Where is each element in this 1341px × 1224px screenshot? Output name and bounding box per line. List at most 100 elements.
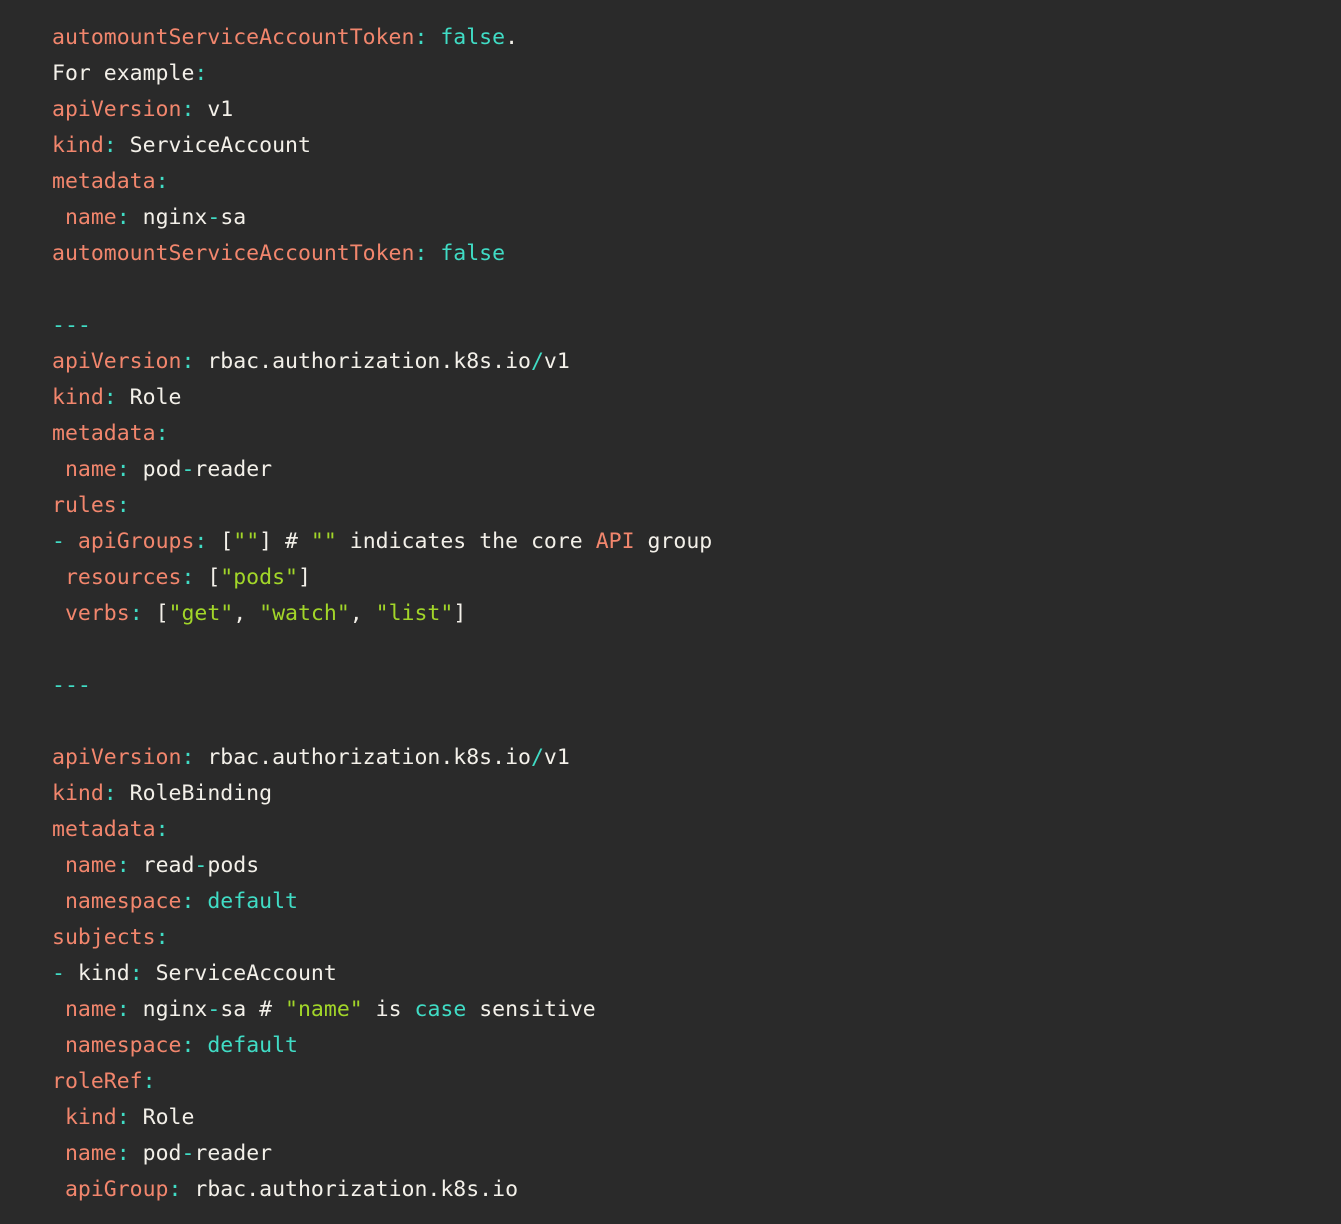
code-token-key: namespace <box>65 889 182 914</box>
code-token-op: - <box>181 457 194 482</box>
code-token-txt: indicates the core <box>337 529 596 554</box>
code-token-str: "list" <box>376 601 454 626</box>
code-token-txt <box>52 601 65 626</box>
code-token-op: : <box>169 1177 182 1202</box>
code-token-key: verbs <box>65 601 130 626</box>
code-line: name: nginx-sa # "name" is case sensitiv… <box>52 992 1331 1028</box>
code-token-txt: rbac.authorization.k8s.io <box>181 1177 518 1202</box>
code-token-txt <box>427 25 440 50</box>
code-token-op: - <box>207 997 220 1022</box>
code-token-txt: is <box>363 997 415 1022</box>
code-line: resources: ["pods"] <box>52 560 1331 596</box>
code-token-key: kind <box>52 385 104 410</box>
code-token-op: : <box>156 925 169 950</box>
code-token-txt <box>52 565 65 590</box>
code-token-txt: , <box>350 601 376 626</box>
code-token-kw: --- <box>52 313 91 338</box>
code-token-txt: sensitive <box>466 997 595 1022</box>
code-token-txt: v1 <box>544 745 570 770</box>
code-token-op: : <box>181 889 194 914</box>
code-token-op: / <box>531 349 544 374</box>
code-token-key: subjects <box>52 925 156 950</box>
code-token-op: : <box>117 205 130 230</box>
code-line: - apiGroups: [""] # "" indicates the cor… <box>52 524 1331 560</box>
code-token-key: apiGroups <box>78 529 195 554</box>
code-token-key: apiVersion <box>52 745 181 770</box>
code-token-txt: sa # <box>220 997 285 1022</box>
code-token-txt: v1 <box>194 97 233 122</box>
code-token-txt: For example <box>52 61 194 86</box>
code-token-txt: . <box>505 25 518 50</box>
code-token-op: : <box>117 853 130 878</box>
code-token-txt: nginx <box>130 205 208 230</box>
code-token-kw: false <box>440 241 505 266</box>
code-line: metadata: <box>52 416 1331 452</box>
code-token-key: rules <box>52 493 117 518</box>
code-token-txt: [ <box>194 565 220 590</box>
code-token-txt: [ <box>207 529 233 554</box>
code-token-txt <box>194 889 207 914</box>
code-token-txt <box>65 529 78 554</box>
code-token-txt: v1 <box>544 349 570 374</box>
code-token-txt <box>52 1033 65 1058</box>
code-token-kw: case <box>415 997 467 1022</box>
code-token-txt: group <box>635 529 713 554</box>
code-token-key: namespace <box>65 1033 182 1058</box>
code-token-key: name <box>65 853 117 878</box>
code-token-key: automountServiceAccountToken <box>52 241 414 266</box>
code-line: name: pod-reader <box>52 1136 1331 1172</box>
code-line: apiVersion: rbac.authorization.k8s.io/v1 <box>52 740 1331 776</box>
code-line: kind: Role <box>52 1100 1331 1136</box>
code-token-key: API <box>596 529 635 554</box>
code-line <box>52 272 1331 308</box>
code-line: roleRef: <box>52 1064 1331 1100</box>
code-token-op: : <box>117 1141 130 1166</box>
code-token-op: - <box>181 1141 194 1166</box>
code-line: apiVersion: v1 <box>52 92 1331 128</box>
code-line: - kind: ServiceAccount <box>52 956 1331 992</box>
code-token-op: : <box>117 493 130 518</box>
code-token-txt <box>52 457 65 482</box>
code-token-op: : <box>130 961 143 986</box>
code-token-op: : <box>104 133 117 158</box>
code-token-key: kind <box>52 781 104 806</box>
code-token-op: : <box>104 385 117 410</box>
code-line: rules: <box>52 488 1331 524</box>
code-token-op: : <box>156 421 169 446</box>
code-line: automountServiceAccountToken: false. <box>52 20 1331 56</box>
code-token-txt: rbac.authorization.k8s.io <box>194 349 531 374</box>
code-line: automountServiceAccountToken: false <box>52 236 1331 272</box>
code-token-key: metadata <box>52 421 156 446</box>
code-token-txt <box>194 1033 207 1058</box>
code-line: verbs: ["get", "watch", "list"] <box>52 596 1331 632</box>
code-token-op: : <box>156 169 169 194</box>
code-line: kind: Role <box>52 380 1331 416</box>
code-token-op: : <box>181 745 194 770</box>
code-token-txt <box>52 1141 65 1166</box>
code-token-txt: rbac.authorization.k8s.io <box>194 745 531 770</box>
code-token-str: "name" <box>285 997 363 1022</box>
code-token-txt: ServiceAccount <box>117 133 311 158</box>
code-token-op: : <box>143 1069 156 1094</box>
code-token-txt: , <box>233 601 259 626</box>
code-token-op: : <box>194 61 207 86</box>
code-token-kw: false <box>440 25 505 50</box>
code-token-str: "get" <box>169 601 234 626</box>
code-token-op: - <box>194 853 207 878</box>
code-token-kw: default <box>207 1033 298 1058</box>
code-token-key: name <box>65 1141 117 1166</box>
code-line: For example: <box>52 56 1331 92</box>
code-line: --- <box>52 668 1331 704</box>
code-token-key: metadata <box>52 817 156 842</box>
code-token-op: : <box>181 349 194 374</box>
code-token-op: / <box>531 745 544 770</box>
code-token-txt: nginx <box>130 997 208 1022</box>
code-token-key: apiVersion <box>52 349 181 374</box>
code-token-op: : <box>117 1105 130 1130</box>
code-token-txt: ] <box>453 601 466 626</box>
code-token-txt: [ <box>143 601 169 626</box>
code-block: automountServiceAccountToken: false.For … <box>0 0 1341 1224</box>
code-line: subjects: <box>52 920 1331 956</box>
code-line: apiGroup: rbac.authorization.k8s.io <box>52 1172 1331 1208</box>
code-line: name: read-pods <box>52 848 1331 884</box>
